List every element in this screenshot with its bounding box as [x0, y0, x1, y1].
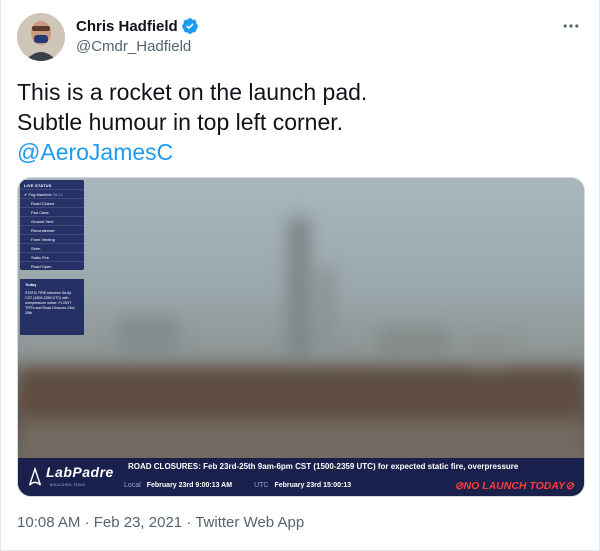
live-status-title: LIVE STATUS [24, 183, 52, 188]
stream-times: Local February 23rd 9:00:13 AM UTC February… [124, 482, 373, 489]
live-status-panel: LIVE STATUS ✔ Fog Machine 08:12 Road Clo… [20, 180, 84, 270]
status-item: Farm Venting [20, 234, 84, 243]
more-options-icon[interactable] [557, 14, 585, 38]
no-entry-icon: ⊘ [565, 480, 574, 492]
tweet-card: Chris Hadfield @Cmdr_Hadfield This is a … [0, 0, 600, 551]
tweet-metadata: 10:08 AM · Feb 23, 2021 · Twitter Web Ap… [17, 514, 304, 531]
today-panel: Today STATIC FIRE between 9a-6p CST (150… [20, 279, 84, 335]
author-display-name[interactable]: Chris Hadfield [76, 18, 178, 35]
tweet-time[interactable]: 10:08 AM [17, 514, 80, 531]
meta-separator: · [186, 514, 192, 531]
labpadre-logo: LabPadre BOCA CHICA, TEXAS [24, 464, 120, 492]
utc-time-label: UTC [254, 482, 269, 489]
stream-info-bar: LabPadre BOCA CHICA, TEXAS ROAD CLOSURES… [18, 458, 584, 496]
mention-link[interactable]: @AeroJamesC [17, 139, 173, 165]
status-item: Static Fire [20, 252, 84, 261]
local-time-value: February 23rd 9:00:13 AM [146, 482, 233, 489]
no-launch-banner: ⊘NO LAUNCH TODAY⊘ [455, 480, 574, 492]
tweet-text-line-1: This is a rocket on the launch pad. [17, 79, 368, 105]
status-item: Siren [20, 243, 84, 252]
meta-separator: · [84, 514, 90, 531]
local-time-label: Local [124, 482, 141, 489]
logo-name: LabPadre [46, 464, 114, 480]
launch-pad-scene [18, 218, 584, 496]
status-item: Road Open [20, 261, 84, 270]
tweet-date[interactable]: Feb 23, 2021 [94, 514, 182, 531]
status-item: Pad Clear [20, 207, 84, 216]
no-launch-text: NO LAUNCH TODAY [463, 480, 566, 492]
status-item: Ground Vent [20, 216, 84, 225]
utc-time-value: February 23rd 15:00:13 [274, 482, 352, 489]
tweet-media-image[interactable]: LIVE STATUS ✔ Fog Machine 08:12 Road Clo… [17, 177, 585, 497]
author-handle[interactable]: @Cmdr_Hadfield [76, 38, 191, 55]
today-text: STATIC FIRE between 9a-6p CST (1500-2359… [25, 291, 76, 315]
status-item-fog-machine: ✔ Fog Machine 08:12 [20, 189, 84, 198]
verified-badge-icon [181, 17, 199, 35]
today-title: Today [25, 282, 37, 287]
author-avatar[interactable] [17, 13, 65, 61]
tweet-text-line-2: Subtle humour in top left corner. [17, 109, 344, 135]
status-item: Road Closed [20, 198, 84, 207]
labpadre-logo-icon [28, 466, 42, 486]
tweet-source[interactable]: Twitter Web App [195, 514, 304, 531]
road-closure-ticker: ROAD CLOSURES: Feb 23rd-25th 9am-6pm CST… [128, 462, 519, 471]
tweet-text: This is a rocket on the launch pad. Subt… [17, 77, 367, 167]
status-item: Recondenser [20, 225, 84, 234]
logo-subtitle: BOCA CHICA, TEXAS [50, 483, 85, 487]
